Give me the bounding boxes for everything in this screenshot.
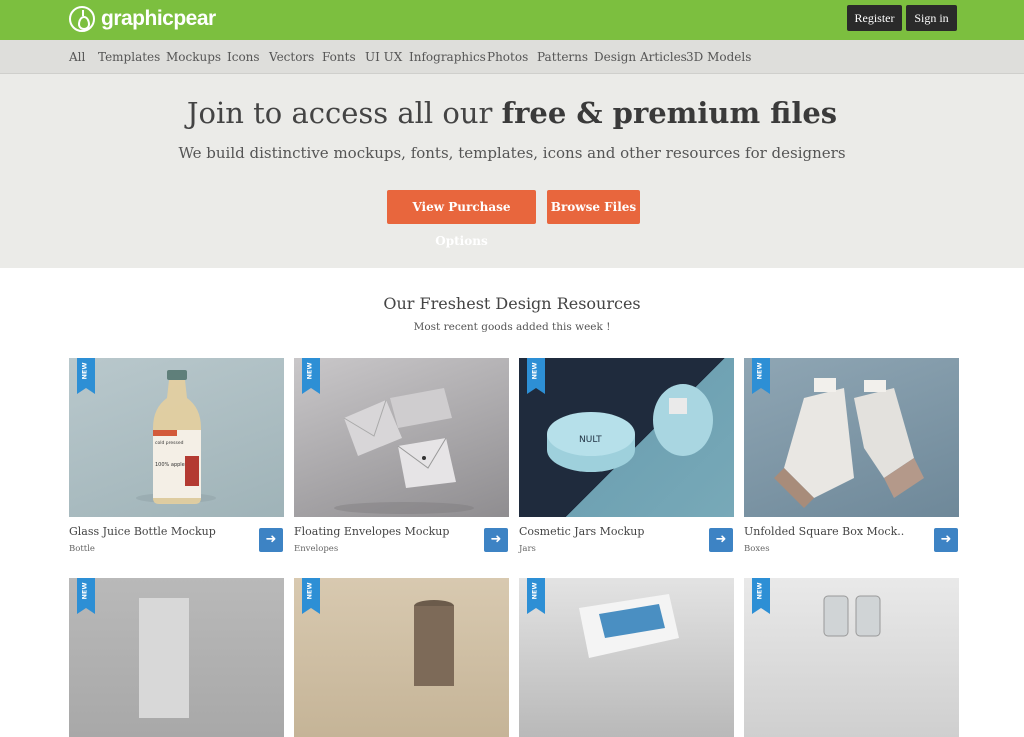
card-title[interactable]: Cosmetic Jars Mockup: [519, 525, 644, 538]
nav-item-templates[interactable]: Templates: [98, 50, 160, 64]
jar-lid-text: NULT: [579, 435, 602, 445]
jars-image: NULT: [547, 384, 713, 472]
card-thumbnail[interactable]: cold pressed 100% apple NEW: [69, 358, 284, 517]
new-badge: NEW: [752, 578, 770, 614]
nav-item-photos[interactable]: Photos: [487, 50, 528, 64]
new-badge: NEW: [302, 578, 320, 614]
tin-can-image: [414, 600, 454, 686]
logo-text: graphicpear: [101, 7, 216, 30]
bottle-text-line-1: cold pressed: [155, 440, 184, 446]
nav-item-ui-ux[interactable]: UI UX: [365, 50, 402, 64]
section-title: Our Freshest Design Resources: [383, 294, 641, 313]
card-category[interactable]: Envelopes: [294, 544, 338, 554]
logo[interactable]: graphicpear: [69, 4, 216, 34]
hero-title: Join to access all our free & premium fi…: [0, 96, 1024, 130]
arrow-right-icon[interactable]: ➜: [484, 528, 508, 552]
nav-item-icons[interactable]: Icons: [227, 50, 260, 64]
sign-in-button[interactable]: Sign in: [906, 5, 957, 31]
arrow-right-icon[interactable]: ➜: [934, 528, 958, 552]
card-title[interactable]: Glass Juice Bottle Mockup: [69, 525, 216, 538]
register-button[interactable]: Register: [847, 5, 902, 31]
new-badge: NEW: [77, 578, 95, 614]
view-purchase-options-button[interactable]: View Purchase Options: [387, 190, 536, 248]
nav-item-vectors[interactable]: Vectors: [269, 50, 314, 64]
arrow-right-icon[interactable]: ➜: [709, 528, 733, 552]
card-category[interactable]: Boxes: [744, 544, 770, 554]
hero-title-prefix: Join to access all our: [186, 96, 493, 130]
card-thumbnail[interactable]: NEW: [519, 578, 734, 737]
card-thumbnail[interactable]: NEW: [69, 578, 284, 737]
browse-files-button[interactable]: Browse Files: [547, 190, 640, 224]
card-thumbnail[interactable]: NEW: [294, 358, 509, 517]
hero-title-bold: free & premium files: [501, 96, 838, 130]
bottle-image: cold pressed 100% apple: [136, 370, 216, 504]
nav-item-design-articles[interactable]: Design Articles: [594, 50, 687, 64]
banner-stand-image: [139, 598, 189, 718]
card-thumbnail[interactable]: NEW: [744, 358, 959, 517]
nav-item-3d-models[interactable]: 3D Models: [686, 50, 751, 64]
nav-item-infographics[interactable]: Infographics: [409, 50, 486, 64]
nav-item-all[interactable]: All: [69, 50, 85, 64]
new-badge: NEW: [77, 358, 95, 394]
nav-item-fonts[interactable]: Fonts: [322, 50, 356, 64]
card-category[interactable]: Jars: [519, 544, 536, 554]
card-title[interactable]: Floating Envelopes Mockup: [294, 525, 449, 538]
section-subtitle: Most recent goods added this week !: [413, 321, 611, 333]
card-title[interactable]: Unfolded Square Box Mock..: [744, 525, 904, 538]
new-badge: NEW: [752, 358, 770, 394]
nav-item-patterns[interactable]: Patterns: [537, 50, 588, 64]
hero-banner: Join to access all our free & premium fi…: [0, 74, 1024, 268]
nav-item-mockups[interactable]: Mockups: [166, 50, 221, 64]
bottle-text-line-2: 100% apple: [155, 462, 185, 468]
glass-jars-image: [823, 595, 881, 637]
card-thumbnail[interactable]: NEW: [744, 578, 959, 737]
category-nav: All Templates Mockups Icons Vectors Font…: [0, 40, 1024, 74]
new-badge: NEW: [302, 358, 320, 394]
box-image: [774, 378, 924, 508]
envelopes-image: [334, 388, 474, 514]
hero-subtitle: We build distinctive mockups, fonts, tem…: [178, 144, 846, 162]
new-badge: NEW: [527, 358, 545, 394]
top-bar: graphicpear Register Sign in: [0, 0, 1024, 40]
card-thumbnail[interactable]: NEW: [294, 578, 509, 737]
arrow-right-icon[interactable]: ➜: [259, 528, 283, 552]
card-category[interactable]: Bottle: [69, 544, 95, 554]
magazine-image: [579, 594, 679, 658]
new-badge: NEW: [527, 578, 545, 614]
pear-icon: [69, 6, 95, 32]
card-thumbnail[interactable]: NULT NEW: [519, 358, 734, 517]
